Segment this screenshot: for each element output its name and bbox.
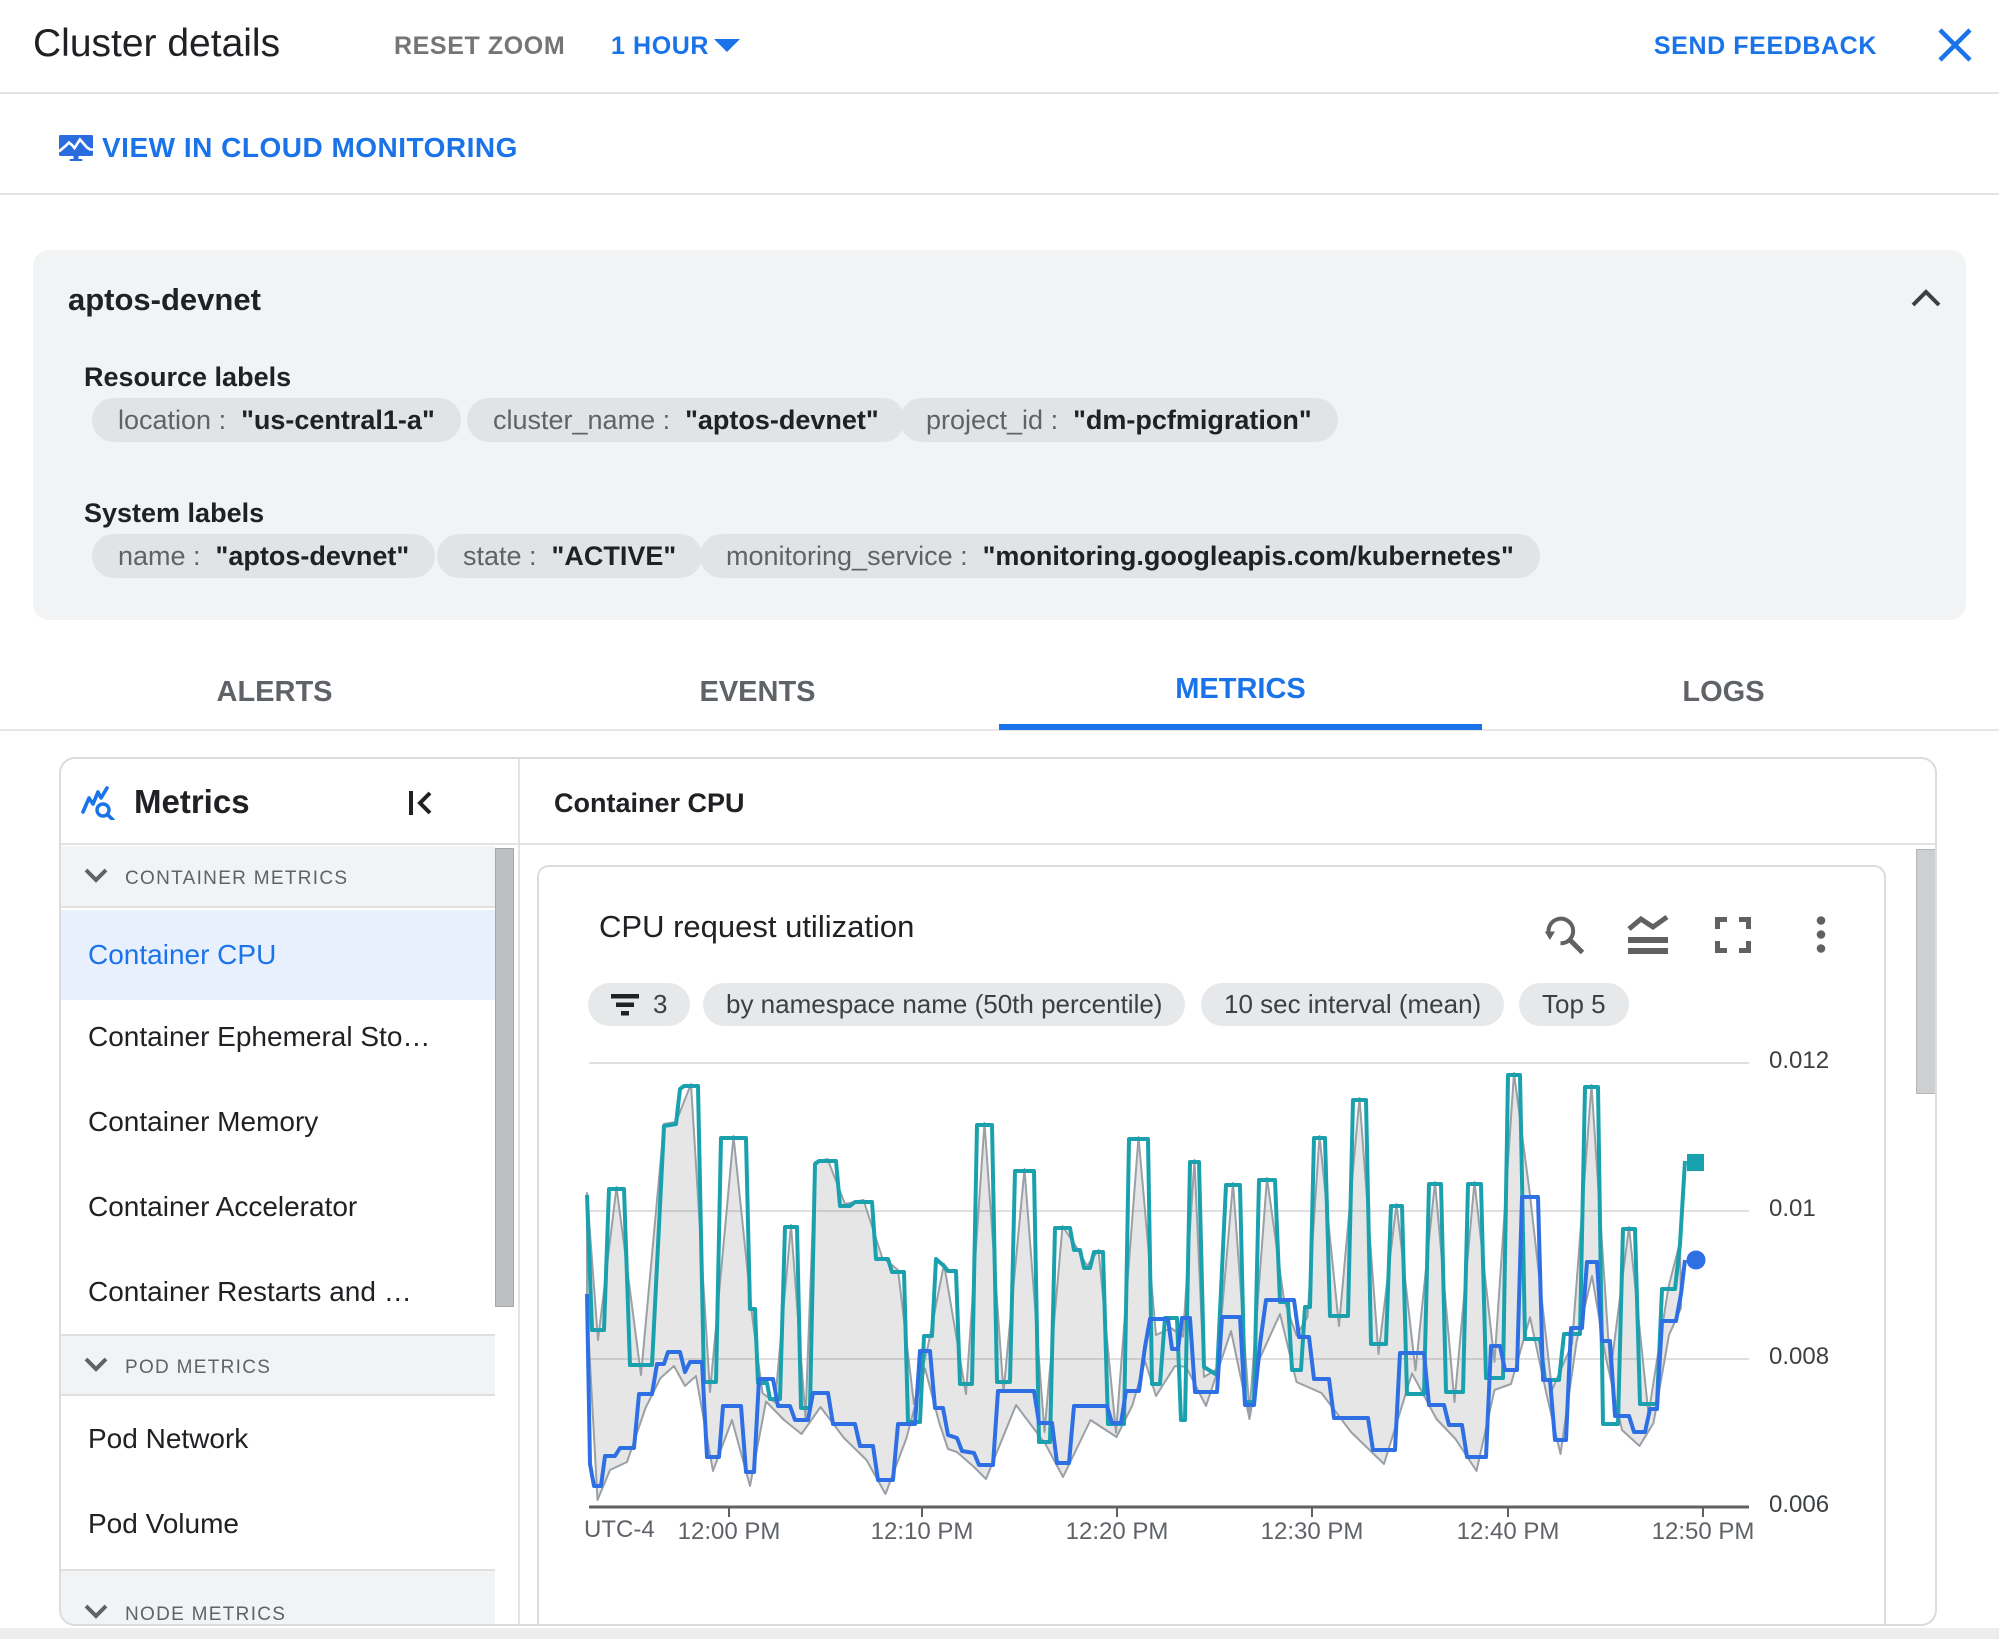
svg-text:12:40 PM: 12:40 PM: [1457, 1518, 1560, 1545]
svg-text:0.008: 0.008: [1769, 1343, 1829, 1370]
svg-text:UTC-4: UTC-4: [584, 1516, 655, 1543]
svg-text:12:50 PM: 12:50 PM: [1652, 1518, 1755, 1545]
svg-text:12:10 PM: 12:10 PM: [871, 1518, 974, 1545]
svg-text:12:00 PM: 12:00 PM: [678, 1518, 781, 1545]
svg-text:12:20 PM: 12:20 PM: [1066, 1518, 1169, 1545]
svg-text:0.006: 0.006: [1769, 1491, 1829, 1518]
svg-text:0.01: 0.01: [1769, 1195, 1816, 1222]
svg-text:12:30 PM: 12:30 PM: [1261, 1518, 1364, 1545]
svg-text:0.012: 0.012: [1769, 1050, 1829, 1074]
